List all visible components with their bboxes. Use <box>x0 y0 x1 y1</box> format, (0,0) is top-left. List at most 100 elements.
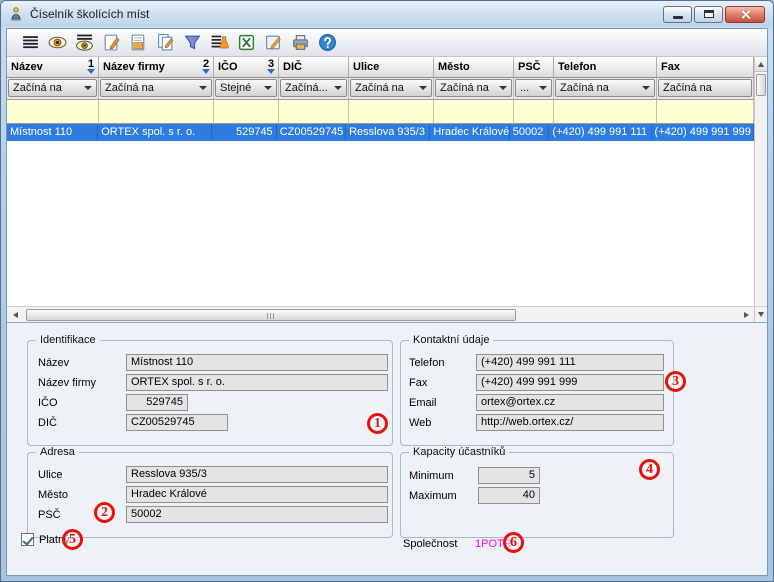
row-list-icon <box>21 33 40 52</box>
filter-dropdown-mesto[interactable]: Začíná na <box>435 79 512 97</box>
field-label-ico: IČO <box>38 395 58 412</box>
group-title: Identifikace <box>36 334 100 346</box>
annotation-6: 6 <box>503 532 524 553</box>
scroll-right-button[interactable] <box>738 307 754 322</box>
cell-ico[interactable]: 529745 <box>212 124 276 141</box>
edit-cell[interactable] <box>349 100 434 124</box>
column-header-dic[interactable]: DIČ <box>279 57 349 78</box>
field-dic[interactable]: CZ00529745 <box>126 414 228 431</box>
field-maximum[interactable]: 40 <box>478 487 540 504</box>
edit-cell[interactable] <box>7 100 99 124</box>
minimize-button[interactable] <box>663 6 692 23</box>
column-header-nazev-firmy[interactable]: Název firmy2 <box>99 57 214 78</box>
view-browse-button[interactable] <box>71 31 98 55</box>
platny-checkbox[interactable] <box>21 533 34 546</box>
column-header-psc[interactable]: PSČ <box>514 57 554 78</box>
sort-arrow-icon <box>87 69 95 74</box>
new-record-button[interactable] <box>98 31 125 55</box>
field-label-minimum: Minimum <box>409 468 454 485</box>
app-window: Číselník školících míst <box>0 0 774 582</box>
edit-cell[interactable] <box>99 100 214 124</box>
form-pencil-icon <box>264 33 283 52</box>
field-psc[interactable]: 50002 <box>126 506 388 523</box>
filter-dropdown-nazev-firmy[interactable]: Začíná na <box>100 79 212 97</box>
help-button[interactable] <box>314 31 341 55</box>
cell-mesto[interactable]: Hradec Králové <box>430 124 509 141</box>
window-title: Číselník školících míst <box>30 7 149 21</box>
sort-arrow-icon <box>267 69 275 74</box>
horizontal-scrollbar[interactable] <box>7 306 754 322</box>
printer-icon <box>291 33 310 52</box>
filter-button[interactable] <box>179 31 206 55</box>
field-fax[interactable]: (+420) 499 991 999 <box>476 374 664 391</box>
column-header-mesto[interactable]: Město <box>434 57 514 78</box>
title-bar[interactable]: Číselník školících míst <box>1 1 773 27</box>
export-excel-button[interactable] <box>233 31 260 55</box>
edit-cell[interactable] <box>279 100 349 124</box>
column-header-ico[interactable]: IČO3 <box>214 57 279 78</box>
cell-nazev[interactable]: Místnost 110 <box>7 124 98 141</box>
field-ulice[interactable]: Resslova 935/3 <box>126 466 388 483</box>
field-telefon[interactable]: (+420) 499 991 111 <box>476 354 664 371</box>
group-title: Kontaktní údaje <box>409 334 493 346</box>
aggregate-button[interactable] <box>206 31 233 55</box>
column-header-nazev[interactable]: Název1 <box>7 57 99 78</box>
view-button[interactable] <box>44 31 71 55</box>
edit-cell[interactable] <box>434 100 514 124</box>
cell-dic[interactable]: CZ00529745 <box>277 124 346 141</box>
annotation-4: 4 <box>639 459 660 480</box>
column-header-ulice[interactable]: Ulice <box>349 57 434 78</box>
close-icon <box>740 9 751 20</box>
edit-cell[interactable] <box>554 100 657 124</box>
field-ico[interactable]: 529745 <box>126 394 188 411</box>
selected-row[interactable]: Místnost 110 ORTEX spol. s r. o. 529745 … <box>7 124 754 141</box>
eye-list-icon <box>75 33 94 52</box>
field-nazev[interactable]: Místnost 110 <box>126 354 388 371</box>
edit-cell[interactable] <box>214 100 279 124</box>
maximize-icon <box>704 10 714 18</box>
spolecnost-row: Společnost 1POTR <box>403 538 512 550</box>
horizontal-scroll-thumb[interactable] <box>26 309 516 321</box>
scroll-up-button[interactable] <box>755 57 767 72</box>
field-web[interactable]: http://web.ortex.cz/ <box>476 414 664 431</box>
column-header-fax[interactable]: Fax <box>657 57 754 78</box>
field-label-psc: PSČ <box>38 507 61 524</box>
field-email[interactable]: ortex@ortex.cz <box>476 394 664 411</box>
edit-cell[interactable] <box>657 100 754 124</box>
edit-cell[interactable] <box>514 100 554 124</box>
scroll-down-button[interactable] <box>754 306 767 322</box>
field-label-ulice: Ulice <box>38 467 62 484</box>
minimize-icon <box>673 16 683 19</box>
close-button[interactable] <box>725 6 765 23</box>
filter-dropdown-fax[interactable]: Začíná na <box>658 79 752 97</box>
chevron-down-icon <box>539 86 547 90</box>
cell-psc[interactable]: 50002 <box>510 124 550 141</box>
toolbar <box>7 29 767 57</box>
copy-record-button[interactable] <box>152 31 179 55</box>
filter-dropdown-telefon[interactable]: Začíná na <box>555 79 655 97</box>
cell-ulice[interactable]: Resslova 935/3 <box>346 124 430 141</box>
field-minimum[interactable]: 5 <box>478 467 540 484</box>
print-button[interactable] <box>287 31 314 55</box>
filter-dropdown-ulice[interactable]: Začíná na <box>350 79 432 97</box>
data-grid: Název1 Název firmy2 IČO3 DIČ Ulice Město… <box>7 57 767 323</box>
filter-dropdown-dic[interactable]: Začíná... <box>280 79 347 97</box>
vertical-scrollbar[interactable] <box>754 57 767 306</box>
cell-fax[interactable]: (+420) 499 991 999 <box>652 124 754 141</box>
arrow-down-icon <box>758 312 764 317</box>
field-nazev-firmy[interactable]: ORTEX spol. s r. o. <box>126 374 388 391</box>
row-list-button[interactable] <box>17 31 44 55</box>
edit-form-button[interactable] <box>260 31 287 55</box>
scroll-left-button[interactable] <box>7 307 23 322</box>
column-header-telefon[interactable]: Telefon <box>554 57 657 78</box>
grid-filter-row: Začíná na Začíná na Stejné Začíná... Zač… <box>7 78 754 100</box>
filter-dropdown-ico[interactable]: Stejné <box>215 79 277 97</box>
field-mesto[interactable]: Hradec Králové <box>126 486 388 503</box>
cell-nazev-firmy[interactable]: ORTEX spol. s r. o. <box>98 124 212 141</box>
cell-telefon[interactable]: (+420) 499 991 111 <box>549 124 651 141</box>
vertical-scroll-thumb[interactable] <box>756 74 766 96</box>
maximize-button[interactable] <box>694 6 723 23</box>
filter-dropdown-psc[interactable]: ... <box>515 79 552 97</box>
filter-dropdown-nazev[interactable]: Začíná na <box>8 79 97 97</box>
edit-record-button[interactable] <box>125 31 152 55</box>
